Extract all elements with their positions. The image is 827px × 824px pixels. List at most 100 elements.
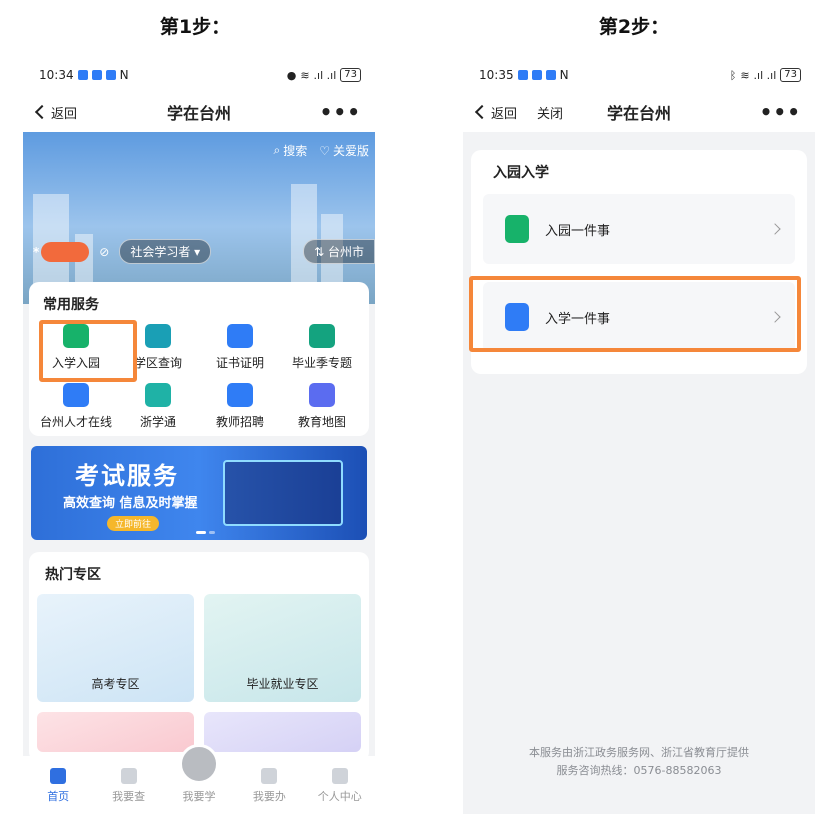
hero-banner: ⌕ 搜索 ♡ 关爱版 * ⊘ 社会学习者 ▾ ⇅ 台州市 (23, 132, 375, 304)
hot-card[interactable] (204, 712, 361, 752)
signal-icon: .ıl .ıl (753, 68, 777, 82)
search-button[interactable]: ⌕ 搜索 (273, 142, 307, 159)
handle-icon (261, 768, 278, 784)
backpack-icon (505, 215, 529, 243)
exam-service-banner[interactable]: 考试服务 高效查询 信息及时掌握 立即前往 (31, 446, 367, 540)
service-certificate[interactable]: 证书证明 (199, 324, 281, 371)
chevron-left-icon (474, 104, 490, 120)
service-edu-map[interactable]: 教育地图 (281, 383, 363, 430)
service-label: 毕业季专题 (291, 356, 352, 370)
heart-icon: ♡ (319, 143, 330, 158)
app-icon (545, 70, 556, 80)
service-talent[interactable]: 台州人才在线 (35, 383, 117, 430)
city-selector[interactable]: ⇅ 台州市 (303, 239, 375, 264)
status-time: 10:34 (39, 68, 74, 82)
back-button[interactable]: 返回 (474, 103, 518, 122)
search-label: 搜索 (283, 144, 308, 158)
chevron-left-icon (34, 104, 50, 120)
highlight-box (39, 320, 137, 382)
nav-bar: 返回 学在台州 ••• (23, 92, 375, 132)
battery-icon: 73 (340, 68, 361, 82)
service-icon (309, 383, 335, 407)
status-bar: 10:34 N ● ≋ .ıl .ıl 73 (23, 58, 375, 92)
phone-step1: 10:34 N ● ≋ .ıl .ıl 73 返回 学在台州 ••• ⌕ 搜索 (23, 58, 375, 814)
redacted-name (41, 241, 90, 262)
nfc-icon: N (559, 68, 569, 82)
service-icon (63, 383, 89, 407)
banner-subtitle: 高效查询 信息及时掌握 (63, 496, 198, 511)
service-graduation[interactable]: 毕业季专题 (281, 324, 363, 371)
footer-provider: 本服务由浙江政务服务网、浙江省教育厅提供 (529, 746, 749, 759)
back-label: 返回 (491, 106, 518, 122)
back-button[interactable]: 返回 (34, 103, 78, 122)
card-label: 毕业就业专区 (246, 677, 319, 691)
app-icon (91, 70, 102, 80)
tab-label: 我要办 (252, 790, 286, 803)
banner-title: 考试服务 (75, 462, 179, 490)
wifi-icon: ≋ (300, 68, 310, 82)
highlight-box (469, 276, 801, 352)
service-icon (227, 383, 253, 407)
common-services: 常用服务 入学入园 学区查询 证书证明 毕业季专题 台州人才在线 浙学通 教师招聘 教育地图 (29, 282, 369, 436)
tab-learn[interactable]: 我要学 (169, 744, 229, 804)
nfc-icon: N (119, 68, 129, 82)
back-label: 返回 (51, 106, 78, 122)
carousel-dot (209, 531, 215, 534)
tab-label: 我要学 (182, 790, 216, 803)
enrollment-section: 入园入学 入园一件事 入学一件事 (469, 150, 807, 374)
user-name: * (33, 244, 40, 259)
service-label: 教育地图 (297, 415, 346, 429)
eye-off-icon[interactable]: ⊘ (99, 245, 109, 259)
screen-illustration (223, 460, 343, 526)
services-title: 常用服务 (43, 297, 99, 313)
service-icon (145, 383, 171, 407)
step2-label: 第2步： (598, 16, 670, 38)
tab-profile[interactable]: 个人中心 (310, 768, 370, 804)
service-label: 学区查询 (133, 356, 182, 370)
service-teacher-recruit[interactable]: 教师招聘 (199, 383, 281, 430)
service-icon (227, 324, 253, 348)
city-label: 台州市 (327, 245, 364, 259)
chevron-right-icon (769, 223, 781, 235)
kindergarten-enrollment-item[interactable]: 入园一件事 (483, 194, 795, 264)
tab-label: 首页 (47, 790, 70, 803)
hot-card[interactable] (37, 712, 194, 752)
cloud-icon (77, 70, 88, 80)
status-bar: 10:35 N ᛒ ≋ .ıl .ıl 73 (463, 58, 815, 92)
role-selector[interactable]: 社会学习者 ▾ (119, 239, 212, 264)
tab-handle[interactable]: 我要办 (239, 768, 299, 804)
section-title: 入园入学 (493, 165, 549, 181)
close-button[interactable]: 关闭 (537, 103, 563, 122)
status-time: 10:35 (479, 68, 514, 82)
wifi-icon: ≋ (740, 68, 750, 82)
banner-button[interactable]: 立即前往 (107, 516, 160, 531)
home-icon (50, 768, 67, 784)
app-icon (531, 70, 542, 80)
service-label: 证书证明 (215, 356, 264, 370)
step1-label: 第1步： (159, 16, 231, 38)
location-icon: ● (286, 68, 297, 82)
profile-icon (331, 768, 348, 784)
gaokao-card[interactable]: 高考专区 (37, 594, 194, 702)
item-label: 入园一件事 (545, 223, 611, 239)
service-label: 教师招聘 (215, 415, 264, 429)
more-button[interactable]: ••• (320, 100, 361, 124)
service-icon (309, 324, 335, 348)
service-zhexuetong[interactable]: 浙学通 (117, 383, 199, 430)
tab-query[interactable]: 我要查 (99, 768, 159, 804)
tab-home[interactable]: 首页 (28, 768, 88, 804)
more-button[interactable]: ••• (760, 100, 801, 124)
graduate-card[interactable]: 毕业就业专区 (204, 594, 361, 702)
role-label: 社会学习者 (130, 245, 191, 259)
search-icon: ⌕ (273, 143, 281, 157)
carousel-dots (196, 531, 215, 534)
cloud-icon (517, 70, 528, 80)
card-label: 高考专区 (91, 677, 140, 691)
tab-label: 个人中心 (317, 790, 362, 803)
learn-icon (178, 744, 219, 784)
footer: 本服务由浙江政务服务网、浙江省教育厅提供 服务咨询热线：0576-8858206… (463, 744, 815, 780)
tab-bar: 首页 我要查 我要学 我要办 个人中心 (23, 744, 375, 814)
care-mode-button[interactable]: ♡ 关爱版 (319, 142, 369, 159)
service-label: 浙学通 (139, 415, 176, 429)
app-icon (105, 70, 116, 80)
